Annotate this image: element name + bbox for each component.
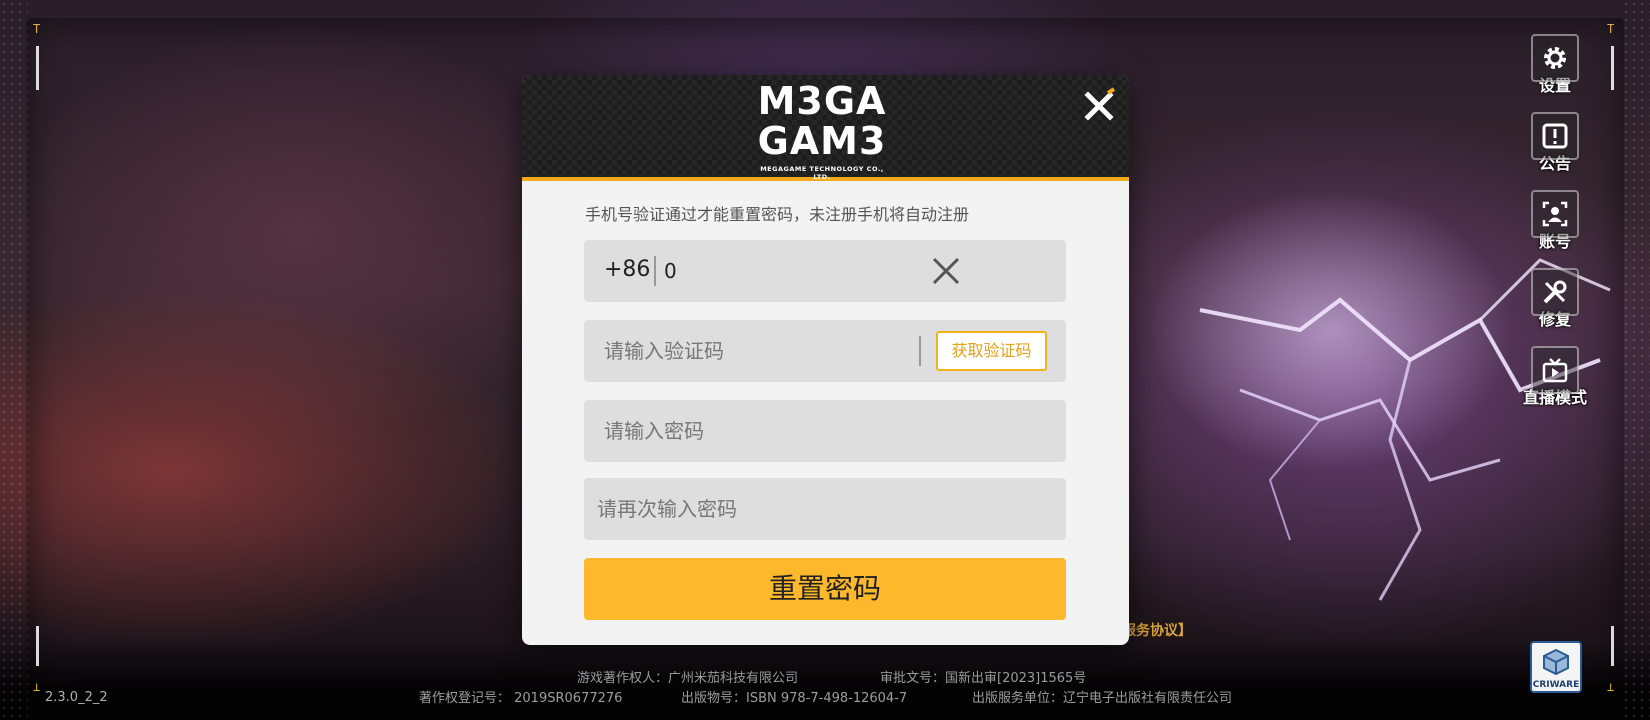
- confirm-password-input[interactable]: [597, 478, 1047, 540]
- exclamation-icon: [1531, 112, 1579, 160]
- user-icon: [1531, 190, 1579, 238]
- right-dot-pattern: [1622, 0, 1650, 720]
- version-label: 2.3.0_2_2: [45, 690, 108, 705]
- side-item-account[interactable]: 账号: [1510, 190, 1600, 252]
- clear-phone-button[interactable]: [930, 255, 962, 287]
- frame-corner-top-left: T: [33, 22, 41, 36]
- password-field: [584, 400, 1066, 462]
- frame-line-bottom-right: [1611, 626, 1614, 666]
- frame-corner-bottom-right: ⊥: [1607, 680, 1615, 694]
- reset-password-button[interactable]: 重置密码: [584, 558, 1066, 620]
- frame-line-top-left: [36, 46, 39, 90]
- footer-publisher: 出版服务单位：辽宁电子出版社有限责任公司: [972, 691, 1233, 706]
- verification-code-field: 获取验证码: [584, 320, 1066, 382]
- left-dot-pattern: [0, 0, 28, 720]
- close-icon: [1084, 87, 1116, 121]
- phone-field: +86: [584, 240, 1066, 302]
- phone-input[interactable]: [664, 240, 924, 302]
- get-code-button[interactable]: 获取验证码: [936, 331, 1047, 371]
- verification-code-input[interactable]: [604, 320, 904, 382]
- reset-password-dialog: M3GA GAM3 MEGAGAME TECHNOLOGY CO., LTD. …: [522, 75, 1129, 645]
- close-icon: [932, 257, 960, 285]
- bottom-shadow: [0, 640, 1650, 720]
- gear-icon: [1531, 34, 1579, 82]
- wrench-icon: [1531, 268, 1579, 316]
- close-button[interactable]: [1082, 87, 1118, 123]
- side-item-live-mode[interactable]: 直播模式: [1510, 346, 1600, 408]
- frame-corner-top-right: T: [1607, 22, 1615, 36]
- confirm-password-field: [584, 478, 1066, 540]
- logo-line-2: GAM3: [757, 119, 887, 163]
- side-item-announcement[interactable]: 公告: [1510, 112, 1600, 174]
- footer-approval-number: 审批文号：国新出审[2023]1565号: [880, 671, 1087, 686]
- tv-play-icon: [1531, 346, 1579, 394]
- frame-corner-bottom-left: ⊥: [33, 680, 41, 694]
- logo-line-1: M3GA: [757, 79, 887, 123]
- country-code[interactable]: +86: [604, 257, 650, 282]
- side-item-settings[interactable]: 设置: [1510, 34, 1600, 96]
- reset-notice: 手机号验证通过才能重置密码，未注册手机将自动注册: [585, 205, 970, 224]
- footer-publication-number: 出版物号：ISBN 978-7-498-12604-7: [681, 691, 908, 706]
- dialog-header: M3GA GAM3 MEGAGAME TECHNOLOGY CO., LTD.: [522, 75, 1129, 181]
- cube-icon: [1543, 648, 1569, 676]
- footer-registration-number: 著作权登记号： 2019SR0677276: [419, 691, 623, 706]
- megagame-logo: M3GA GAM3 MEGAGAME TECHNOLOGY CO., LTD.: [752, 79, 892, 181]
- criware-logo: CRIWARE: [1530, 641, 1582, 693]
- logo-subtitle: MEGAGAME TECHNOLOGY CO., LTD.: [760, 165, 884, 181]
- footer-copyright-holder: 游戏著作权人：广州米茄科技有限公司: [577, 671, 799, 686]
- field-divider: [654, 256, 656, 286]
- field-divider: [919, 336, 921, 366]
- criware-label: CRIWARE: [1532, 680, 1580, 690]
- frame-line-top-right: [1611, 46, 1614, 90]
- password-input[interactable]: [604, 400, 1044, 462]
- side-item-repair[interactable]: 修复: [1510, 268, 1600, 330]
- frame-line-bottom-left: [36, 626, 39, 666]
- terms-link[interactable]: 服务协议】: [1122, 620, 1192, 640]
